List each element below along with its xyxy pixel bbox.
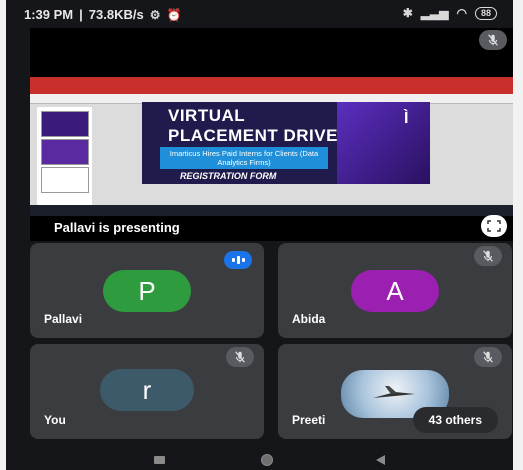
bluetooth-icon: ✱ [402,6,413,20]
slide-thumbnail [41,139,89,165]
mic-off-icon [479,30,507,50]
participant-name: Abida [292,312,326,326]
presenting-label: Pallavi is presenting [54,220,180,235]
slide-subtitle-box: Imarticus Hires Paid Interns for Clients… [160,147,328,169]
battery-icon: 88 [474,6,497,20]
avatar: r [100,369,194,411]
nav-home-icon[interactable] [261,454,273,466]
avatar: A [351,270,439,312]
fullscreen-icon[interactable] [481,215,507,237]
android-nav-bar [6,448,519,470]
participant-name: Preeti [292,413,326,427]
avatar: P [103,270,191,312]
others-button[interactable]: 43 others [412,407,498,433]
slide-graphic [337,102,430,184]
participant-name: Pallavi [44,312,83,326]
speaking-icon [224,251,252,269]
participant-tile-pallavi[interactable]: P Pallavi [30,243,264,338]
meet-app: 1:39 PM | 73.8KB/s ⚙ ⏰ ✱ ▂▃▅ ◠ 88 VIRTUA… [6,0,519,470]
windows-taskbar [30,205,519,216]
presentation-tile[interactable]: VIRTUAL PLACEMENT DRIVE Imarticus Hires … [30,28,519,241]
slide-thumbnail [41,111,89,137]
signal-icon: ▂▃▅ [420,6,449,20]
participant-tile-preeti[interactable]: Preeti 43 others [278,344,512,439]
slide-logo-icon: Ì [404,110,409,127]
mic-off-icon [474,347,502,367]
wifi-icon: ◠ [456,6,467,20]
status-time: 1:39 PM [24,7,74,22]
nav-recents-icon[interactable] [154,456,165,464]
status-speed: 73.8KB/s [88,7,144,22]
slide-canvas: VIRTUAL PLACEMENT DRIVE Imarticus Hires … [142,102,430,184]
slide-thumbnail [41,167,89,193]
participant-tile-you[interactable]: r You [30,344,264,439]
slide-title-1: VIRTUAL [168,106,246,125]
mic-off-icon [226,347,254,367]
alarm-icon: ⏰ [166,7,182,22]
slide-registration: REGISTRATION FORM [180,171,277,181]
participant-name: You [44,413,66,427]
slide-title-2: PLACEMENT DRIVE [168,126,338,145]
gear-icon: ⚙ [149,7,161,22]
status-bar: 1:39 PM | 73.8KB/s ⚙ ⏰ ✱ ▂▃▅ ◠ 88 [6,0,519,28]
screen-edge [513,0,523,470]
shared-screen: VIRTUAL PLACEMENT DRIVE Imarticus Hires … [30,77,519,216]
slide-thumbnails [37,107,92,207]
mic-off-icon [474,246,502,266]
participant-tile-abida[interactable]: A Abida [278,243,512,338]
ppt-ribbon [30,77,519,94]
nav-back-icon[interactable] [376,455,385,465]
